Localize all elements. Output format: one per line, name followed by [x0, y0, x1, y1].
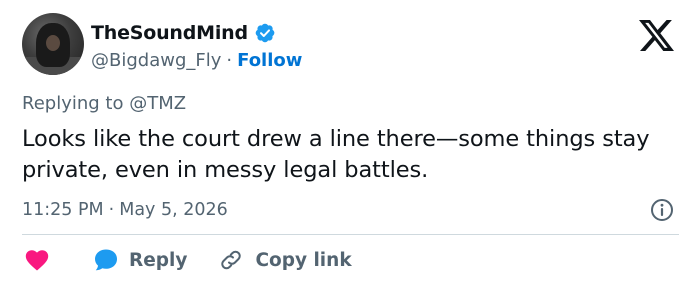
tweet-date: May 5, 2026 [119, 200, 228, 220]
divider [22, 234, 679, 235]
heart-icon [25, 250, 49, 271]
avatar[interactable] [22, 13, 84, 75]
author-name-row: TheSoundMind [91, 20, 276, 46]
info-icon[interactable] [650, 198, 674, 222]
x-logo-icon[interactable] [639, 20, 674, 51]
replying-to: Replying to @TMZ [22, 93, 186, 114]
separator-dot: · [108, 200, 115, 220]
link-icon [221, 250, 242, 270]
avatar-face [46, 35, 60, 51]
tweet-card: TheSoundMind @Bigdawg_Fly · Follow Reply… [0, 0, 700, 287]
display-name[interactable]: TheSoundMind [91, 22, 248, 44]
verified-badge-icon [255, 23, 275, 43]
copy-link-label: Copy link [255, 249, 352, 271]
tweet-time: 11:25 PM [22, 200, 104, 220]
reply-button[interactable]: Reply [93, 247, 187, 273]
action-bar: Reply Copy link [22, 246, 352, 274]
replying-to-label: Replying to [22, 93, 124, 114]
tweet-text: Looks like the court drew a line there—s… [22, 126, 650, 183]
follow-button[interactable]: Follow [237, 50, 302, 71]
like-button[interactable] [22, 247, 50, 273]
copy-link-button[interactable]: Copy link [219, 248, 352, 272]
separator-dot: · [226, 49, 233, 71]
author-handle-row: @Bigdawg_Fly · Follow [91, 47, 302, 73]
replying-to-mention[interactable]: @TMZ [129, 93, 186, 114]
speech-bubble-icon [95, 249, 117, 271]
user-handle[interactable]: @Bigdawg_Fly [91, 50, 221, 71]
tweet-timestamp[interactable]: 11:25 PM · May 5, 2026 [22, 197, 228, 223]
reply-label: Reply [129, 249, 188, 271]
